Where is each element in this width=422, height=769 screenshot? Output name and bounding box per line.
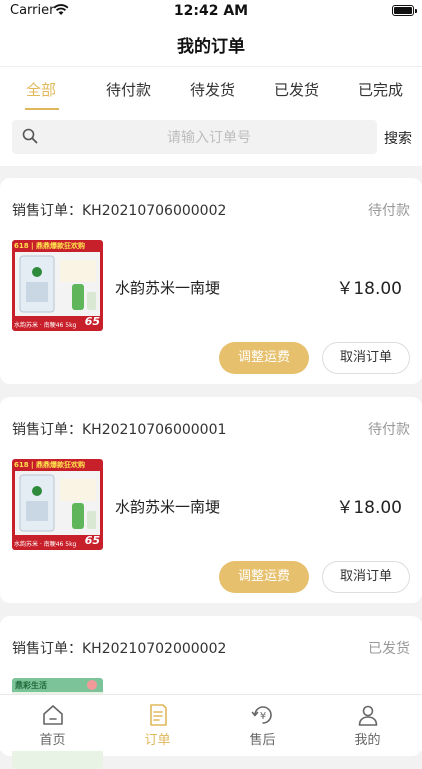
search-button[interactable]: 搜索 bbox=[384, 128, 412, 148]
product-price: ￥18.00 bbox=[336, 279, 402, 299]
search-icon bbox=[22, 128, 38, 144]
adjust-shipping-button[interactable]: 调整运费 bbox=[219, 342, 309, 374]
thumbnail-banner-text: 鼎彩生活 bbox=[15, 681, 47, 690]
order-icon bbox=[150, 704, 167, 726]
battery-icon bbox=[392, 5, 417, 16]
after-sales-icon: ¥ bbox=[251, 706, 272, 724]
status-bar: Carrier 12:42 AM bbox=[0, 0, 422, 24]
order-number: 销售订单：KH20210706000001 bbox=[12, 422, 227, 438]
tabbar-label: 售后 bbox=[249, 733, 276, 748]
bottom-tab-bar: 首页 订单 ¥ 售后 我的 bbox=[0, 694, 422, 751]
thumbnail-price-tag: 65 bbox=[84, 534, 100, 547]
thumbnail-banner-text: 618 | 鼎鼎爆款狂欢购 bbox=[14, 242, 86, 250]
order-status: 待付款 bbox=[368, 422, 410, 438]
adjust-shipping-button[interactable]: 调整运费 bbox=[219, 561, 309, 593]
search-box bbox=[12, 120, 377, 156]
nav-bar: 我的订单 bbox=[0, 24, 422, 66]
home-icon bbox=[43, 705, 63, 725]
tabbar-label: 订单 bbox=[144, 733, 171, 748]
product-price: ￥18.00 bbox=[336, 498, 402, 518]
svg-text:¥: ¥ bbox=[260, 711, 266, 722]
tab-shipped[interactable]: 已发货 bbox=[274, 79, 319, 100]
product-name: 水韵苏米一南埂 bbox=[115, 498, 221, 516]
order-status: 已发货 bbox=[368, 641, 410, 657]
order-status: 待付款 bbox=[368, 203, 410, 219]
search-bar: 搜索 bbox=[0, 110, 422, 166]
tabbar-after-sales[interactable]: ¥ 售后 bbox=[210, 695, 315, 751]
tabbar-label: 首页 bbox=[39, 733, 66, 748]
tab-pending-payment[interactable]: 待付款 bbox=[106, 79, 151, 100]
order-card[interactable]: 销售订单：KH20210706000002 待付款 618 | 鼎鼎爆款狂欢购 … bbox=[0, 178, 422, 384]
tab-completed[interactable]: 已完成 bbox=[358, 79, 403, 100]
tabbar-home[interactable]: 首页 bbox=[0, 695, 105, 751]
order-card[interactable]: 销售订单：KH20210706000001 待付款 618 | 鼎鼎爆款狂欢购 … bbox=[0, 397, 422, 603]
order-number: 销售订单：KH20210706000002 bbox=[12, 203, 227, 219]
thumbnail-caption: 水韵苏米 · 南粳46 5kg bbox=[14, 322, 77, 329]
thumbnail-caption: 水韵苏米 · 南粳46 5kg bbox=[14, 541, 77, 548]
tabbar-label: 我的 bbox=[354, 733, 381, 748]
product-thumbnail[interactable]: 618 | 鼎鼎爆款狂欢购 水韵苏米 · 南粳46 5kg 65 bbox=[12, 240, 103, 331]
tabbar-profile[interactable]: 我的 bbox=[315, 695, 420, 751]
profile-icon bbox=[358, 705, 378, 726]
cancel-order-button[interactable]: 取消订单 bbox=[322, 342, 410, 374]
clock: 12:42 AM bbox=[173, 3, 249, 19]
thumbnail-price-tag: 65 bbox=[84, 315, 100, 328]
tab-all[interactable]: 全部 bbox=[26, 79, 56, 100]
order-tabs: 全部 待付款 待发货 已发货 已完成 bbox=[0, 66, 422, 111]
order-number: 销售订单：KH20210702000002 bbox=[12, 641, 227, 657]
product-thumbnail[interactable]: 618 | 鼎鼎爆款狂欢购 水韵苏米 · 南粳46 5kg 65 bbox=[12, 459, 103, 550]
thumbnail-banner-text: 618 | 鼎鼎爆款狂欢购 bbox=[14, 461, 86, 469]
product-name: 水韵苏米一南埂 bbox=[115, 279, 221, 297]
tab-pending-shipment[interactable]: 待发货 bbox=[190, 79, 235, 100]
cancel-order-button[interactable]: 取消订单 bbox=[322, 561, 410, 593]
search-input[interactable] bbox=[48, 120, 370, 156]
page-title: 我的订单 bbox=[177, 37, 245, 57]
tabbar-orders[interactable]: 订单 bbox=[105, 695, 210, 751]
